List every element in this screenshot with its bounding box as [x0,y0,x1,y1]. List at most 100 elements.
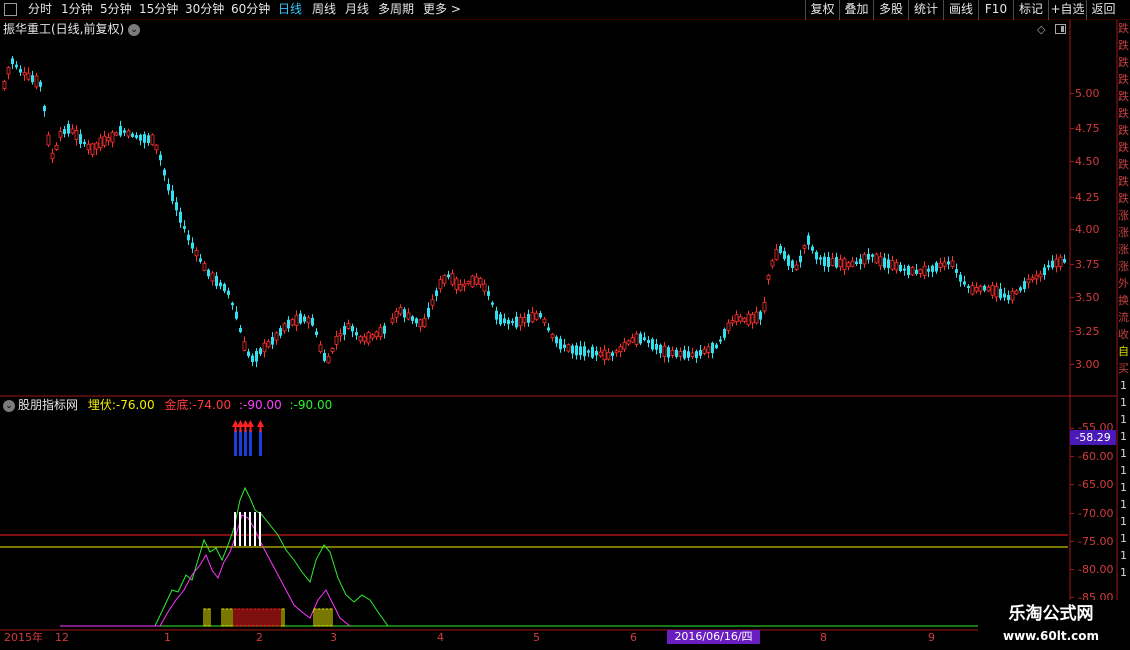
candle-body [98,137,103,149]
date-label: 5 [533,631,540,644]
chart-frame [0,20,1118,631]
candle-body [223,284,226,292]
bottom-signal-bar [277,608,281,627]
candle-body [783,251,786,259]
candle-body [478,277,483,286]
price-label: 3.00 [1075,358,1100,371]
candle-body [915,269,918,274]
candle-body [699,350,702,356]
bottom-signal-bar [329,608,333,627]
edge-char: 跌 [1118,192,1129,205]
candle-body [210,272,215,282]
candle-body [147,135,150,144]
candle-body [715,344,718,349]
candle-body [566,344,571,352]
candle-body [131,133,134,137]
candle-body [970,285,975,295]
edge-char: 收 [1118,328,1129,341]
candle-body [163,169,166,176]
date-label: 1 [164,631,171,644]
candle-body [11,58,14,65]
candle-body [695,351,698,358]
bottom-signal-bar [273,608,277,627]
candle-body [618,346,623,352]
candle-body [1054,258,1059,268]
price-tick [1070,161,1074,162]
kline-chart[interactable] [0,0,1130,650]
watermark: 乐淘公式网 www.60lt.com [978,600,1124,648]
candle-body [126,130,131,137]
candle-body [994,286,999,298]
candle-body [266,341,271,348]
candle-body [643,337,646,341]
candle-body [887,259,890,269]
candle-body [1051,260,1054,268]
candle-body [110,131,115,143]
diamond-icon[interactable]: ◇ [1037,23,1045,36]
candle-body [787,255,790,266]
candle-body [1014,290,1019,295]
bottom-signal-bar [321,608,325,627]
candle-body [794,264,799,270]
candle-body [910,267,915,276]
candle-body [271,337,274,345]
candle-body [606,351,611,360]
candle-body [555,336,558,344]
candle-body [899,264,902,272]
candle-body [411,316,414,321]
candle-body [530,312,535,323]
candle-body [1026,278,1031,284]
candle-body [19,69,22,73]
candle-body [1023,281,1026,289]
edge-char: 1 [1120,498,1127,511]
edge-char: 1 [1120,481,1127,494]
edge-char: 1 [1120,447,1127,460]
candle-body [34,75,39,88]
candle-body [63,129,66,134]
candle-body [334,335,339,345]
candle-body [918,269,923,274]
candle-body [1034,274,1039,280]
candle-body [435,290,438,297]
candle-body [922,265,927,276]
candle-body [750,313,755,324]
candle-body [83,141,86,145]
candle-body [378,326,383,338]
candle-body [330,348,335,352]
candle-body [907,265,910,276]
candle-body [499,314,502,325]
candle-body [235,311,238,319]
candle-body [154,144,159,151]
bottom-signal-bar [245,608,249,627]
panel-toggle-icon[interactable] [1055,24,1066,34]
candle-body [534,312,539,320]
bottom-signal-bar [313,608,317,627]
date-label: 3 [330,631,337,644]
candle-body [927,268,930,272]
bottom-signal-bar [221,608,225,627]
candle-body [575,345,578,356]
edge-char: 外 [1118,277,1129,290]
candle-body [231,302,234,306]
arrow-stem [244,430,247,456]
candle-body [15,64,18,68]
chevron-down-icon[interactable]: ⌄ [128,23,141,36]
candle-body [622,342,627,350]
candle-body [415,318,418,324]
chevron-down-icon[interactable]: ⌄ [3,399,15,412]
price-label: 4.25 [1075,191,1100,204]
candle-body [774,249,779,261]
candle-body [563,344,566,348]
edge-char: 流 [1118,311,1129,324]
candle-body [1030,277,1035,281]
edge-char: 跌 [1118,141,1129,154]
edge-char: 涨 [1118,243,1129,256]
candle-body [759,311,762,320]
candle-body [46,134,51,146]
candle-body [595,350,598,356]
indicator-tick [1070,569,1074,570]
candle-body [274,332,279,341]
candle-body [890,260,895,270]
edge-char: 1 [1120,396,1127,409]
edge-char: 跌 [1118,107,1129,120]
